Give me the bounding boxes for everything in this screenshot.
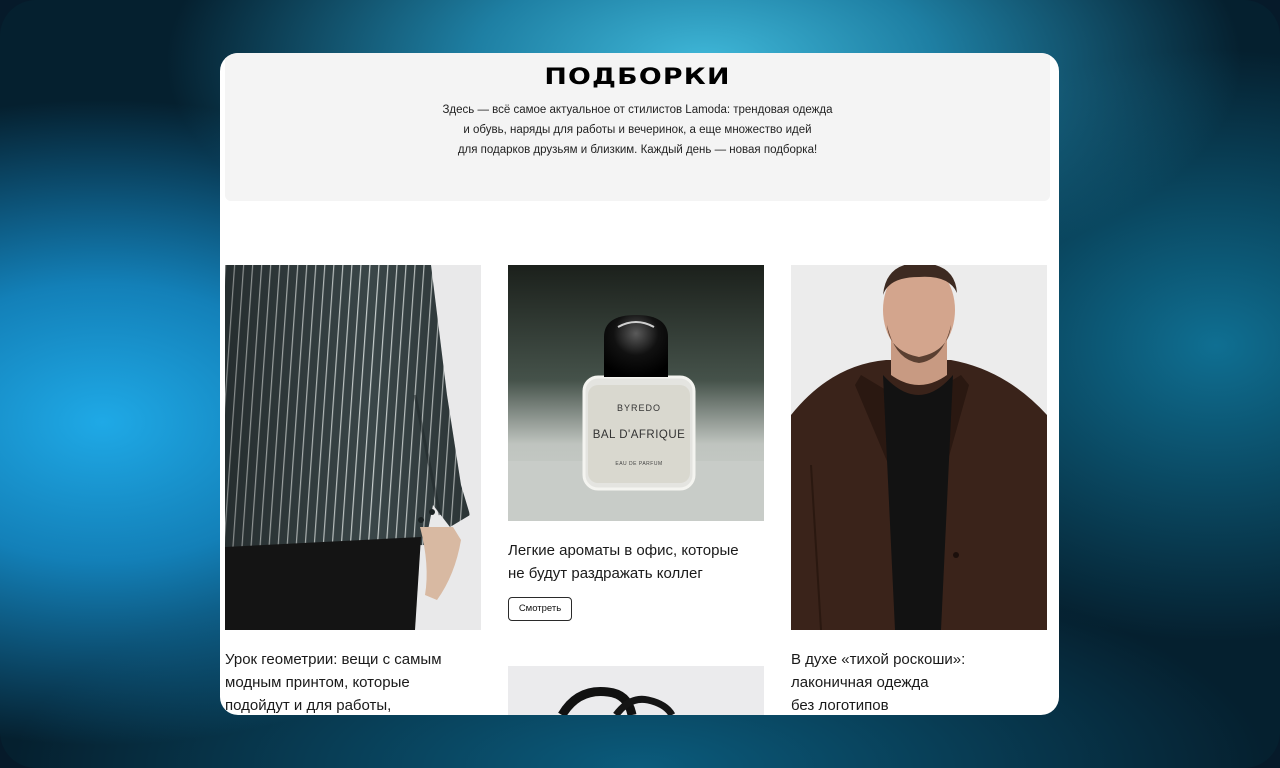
card-title-line: Урок геометрии: вещи с самым (225, 651, 442, 668)
page-title: ПОДБОРКИ (544, 65, 731, 90)
browser-window: ПОДБОРКИ Здесь — всё самое актуальное от… (220, 53, 1059, 715)
perfume-name: BAL D'AFRIQUE (592, 429, 686, 441)
card-title[interactable]: Урок геометрии: вещи с самым модным прин… (225, 648, 481, 715)
card-title[interactable]: Легкие ароматы в офис, которые не будут … (508, 539, 764, 585)
collections-header: ПОДБОРКИ Здесь — всё самое актуальное от… (225, 53, 1050, 201)
page-description: Здесь — всё самое актуальное от стилисто… (225, 100, 1050, 160)
card-title-line: Легкие ароматы в офис, которые (508, 542, 739, 559)
card-title-line: модным принтом, которые (225, 674, 410, 691)
card-title-line: не будут раздражать коллег (508, 565, 703, 582)
card-title[interactable]: В духе «тихой роскоши»: лаконичная одежд… (791, 648, 1047, 715)
perfume-subtitle: EAU DE PARFUM (615, 461, 663, 467)
card-title-line: подойдут и для работы, (225, 697, 392, 714)
view-button[interactable]: Смотреть (508, 597, 572, 621)
card-title-line: лаконичная одежда (791, 674, 929, 691)
card-image-next[interactable] (508, 666, 764, 715)
card-image-perfume[interactable]: BYREDO BAL D'AFRIQUE EAU DE PARFUM (508, 265, 764, 521)
card-image-striped-shirt[interactable] (225, 265, 481, 630)
perfume-brand: BYREDO (616, 403, 661, 413)
card-image-man-jacket[interactable] (791, 265, 1047, 630)
card-title-line: без логотипов (791, 697, 889, 714)
description-line: Здесь — всё самое актуальное от стилисто… (442, 104, 833, 116)
card-title-line: В духе «тихой роскоши»: (791, 651, 966, 668)
description-line: и обувь, наряды для работы и вечеринок, … (463, 124, 812, 136)
description-line: для подарков друзьям и близким. Каждый д… (457, 144, 818, 156)
